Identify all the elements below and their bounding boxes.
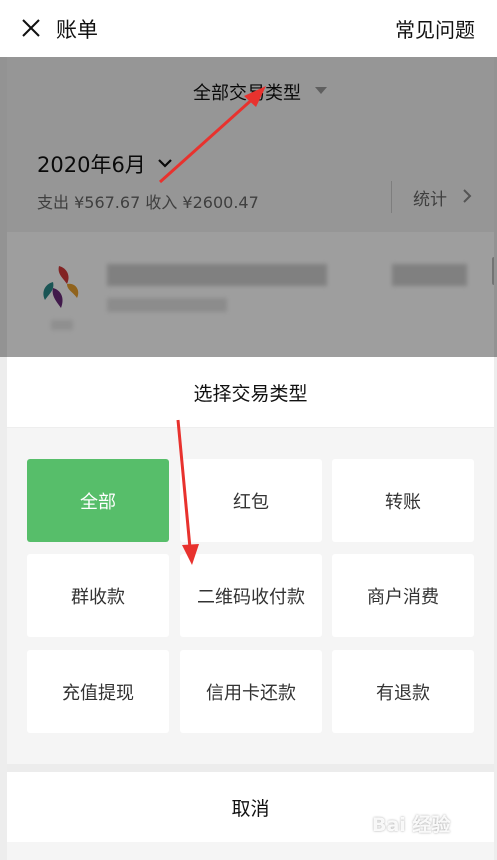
page-title: 账单 <box>56 18 98 42</box>
option-red-packet[interactable]: 红包 <box>180 459 322 542</box>
option-all[interactable]: 全部 <box>27 459 169 542</box>
option-transfer[interactable]: 转账 <box>332 459 474 542</box>
option-grid: 全部 红包 转账 群收款 二维码收付款 商户消费 充值提现 信用卡还款 有退款 <box>7 428 494 764</box>
option-qr-payment[interactable]: 二维码收付款 <box>180 554 322 637</box>
option-refund[interactable]: 有退款 <box>332 650 474 733</box>
watermark: Bai 经验 <box>372 800 492 852</box>
sheet-header: 选择交易类型 <box>7 357 494 428</box>
faq-link[interactable]: 常见问题 <box>395 14 475 43</box>
watermark-text: Bai 经验 <box>372 814 451 836</box>
option-credit-card[interactable]: 信用卡还款 <box>180 650 322 733</box>
transaction-type-sheet: 选择交易类型 全部 红包 转账 群收款 二维码收付款 商户消费 充值提现 信用卡… <box>7 357 494 860</box>
close-icon[interactable] <box>20 17 42 39</box>
modal-overlay[interactable] <box>0 57 497 357</box>
option-merchant[interactable]: 商户消费 <box>332 554 474 637</box>
divider <box>7 764 494 772</box>
option-topup-withdraw[interactable]: 充值提现 <box>27 650 169 733</box>
option-group-collection[interactable]: 群收款 <box>27 554 169 637</box>
top-bar: 账单 常见问题 <box>0 0 497 57</box>
sheet-title: 选择交易类型 <box>193 383 308 405</box>
